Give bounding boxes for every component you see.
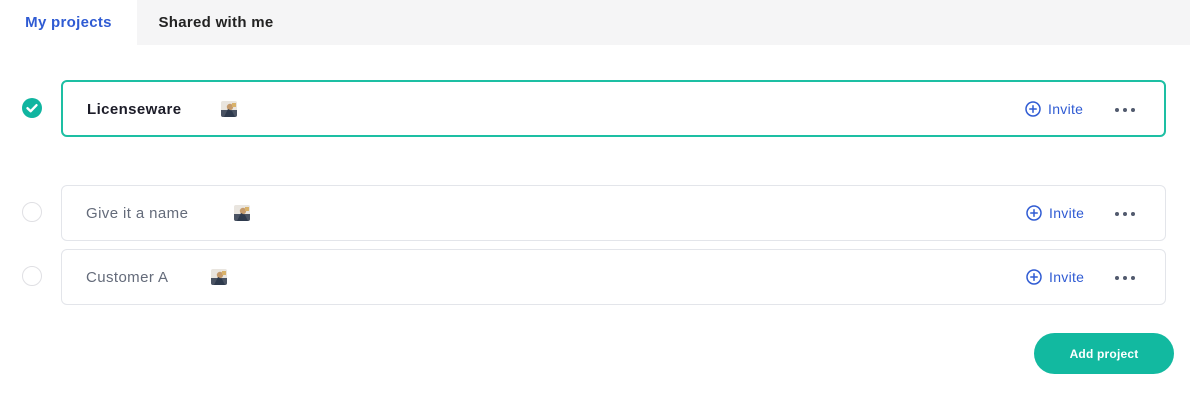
project-radio[interactable] bbox=[22, 202, 42, 222]
invite-label: Invite bbox=[1048, 101, 1084, 117]
plus-circle-icon bbox=[1026, 269, 1042, 285]
project-card[interactable]: Give it a name Invite bbox=[61, 185, 1166, 241]
check-icon bbox=[26, 104, 38, 113]
more-dot bbox=[1123, 276, 1127, 280]
user-avatar bbox=[211, 269, 227, 285]
plus-circle-icon bbox=[1026, 205, 1042, 221]
more-options-button[interactable] bbox=[1115, 275, 1135, 281]
more-dot bbox=[1131, 108, 1135, 112]
invite-label: Invite bbox=[1049, 269, 1085, 285]
more-dot bbox=[1131, 276, 1135, 280]
user-avatar bbox=[234, 205, 250, 221]
more-dot bbox=[1131, 212, 1135, 216]
more-dot bbox=[1123, 212, 1127, 216]
project-radio[interactable] bbox=[22, 266, 42, 286]
project-radio-selected[interactable] bbox=[22, 98, 42, 118]
more-dot bbox=[1123, 108, 1127, 112]
plus-circle-icon bbox=[1025, 101, 1041, 117]
more-options-button[interactable] bbox=[1115, 211, 1135, 217]
more-dot bbox=[1115, 212, 1119, 216]
more-dot bbox=[1115, 276, 1119, 280]
invite-button[interactable]: Invite bbox=[1025, 101, 1083, 117]
project-name: Give it a name bbox=[86, 205, 189, 222]
more-dot bbox=[1115, 108, 1119, 112]
user-avatar bbox=[221, 101, 237, 117]
add-project-button[interactable]: Add project bbox=[1034, 333, 1174, 374]
invite-button[interactable]: Invite bbox=[1026, 269, 1084, 285]
tab-shared-with-me[interactable]: Shared with me bbox=[137, 0, 295, 45]
project-name: Licenseware bbox=[87, 101, 182, 118]
invite-button[interactable]: Invite bbox=[1026, 205, 1084, 221]
project-card-selected[interactable]: Licenseware Invite bbox=[61, 80, 1166, 137]
more-options-button[interactable] bbox=[1115, 107, 1135, 113]
project-card[interactable]: Customer A Invite bbox=[61, 249, 1166, 305]
projects-page: My projects Shared with me Licenseware I… bbox=[0, 0, 1190, 401]
project-name: Customer A bbox=[86, 269, 169, 286]
project-tabs: My projects Shared with me bbox=[0, 0, 1190, 45]
tab-my-projects[interactable]: My projects bbox=[0, 0, 137, 45]
invite-label: Invite bbox=[1049, 205, 1085, 221]
